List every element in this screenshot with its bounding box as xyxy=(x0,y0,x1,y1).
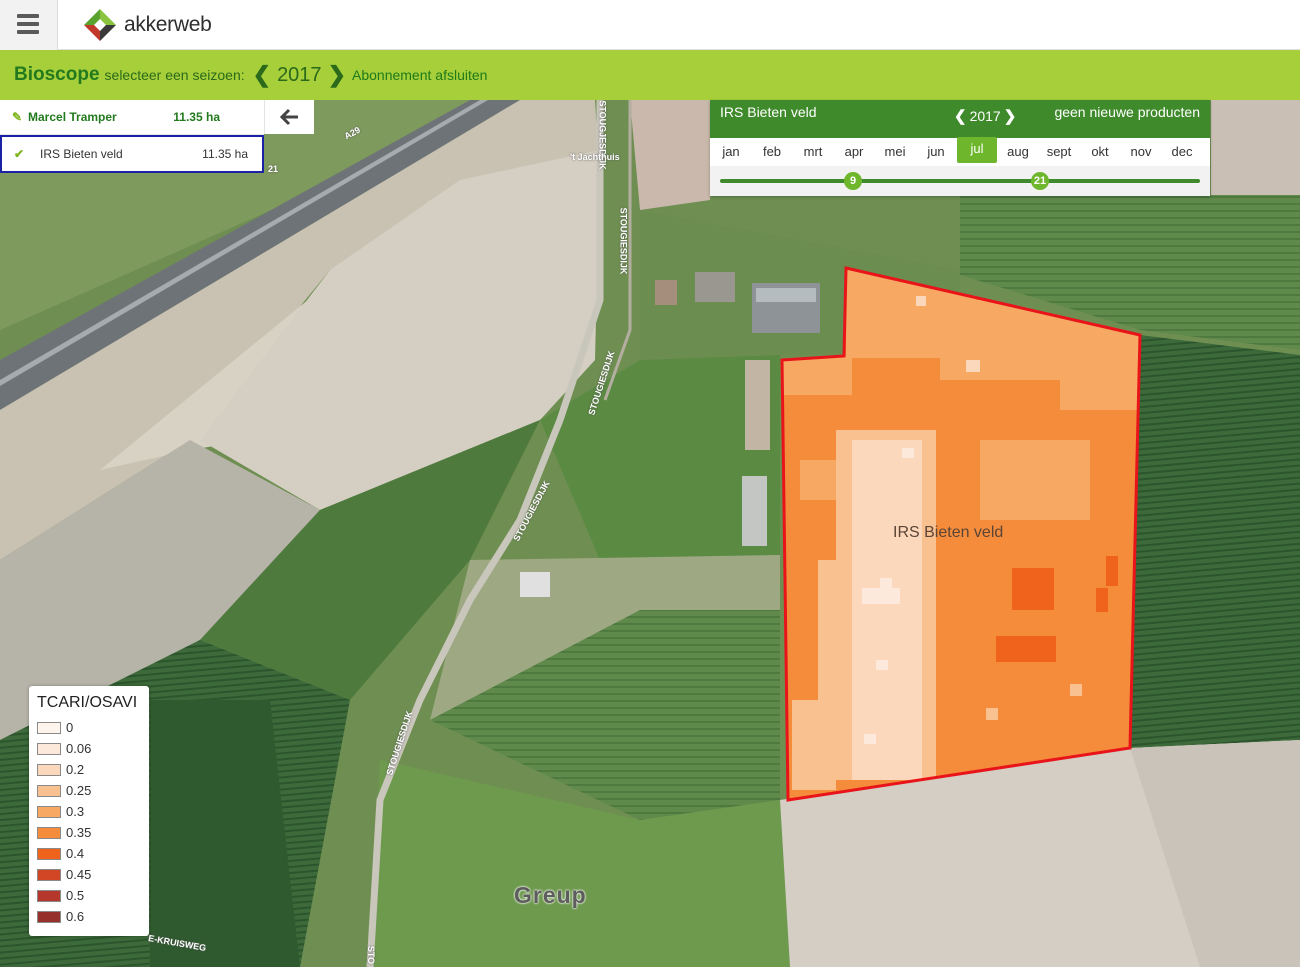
chevron-right-icon[interactable]: ❯ xyxy=(328,64,346,86)
legend-label: 0.2 xyxy=(66,762,85,777)
index-legend: TCARI/OSAVI 0 0.06 0.2 0.25 0.3 0.35 0.4… xyxy=(29,686,149,936)
month-jun[interactable]: jun xyxy=(916,138,956,166)
legend-label: 0.5 xyxy=(66,888,85,903)
checkmark-icon: ✔ xyxy=(14,147,25,161)
timeline-marker-9[interactable]: 9 xyxy=(844,172,862,190)
legend-item: 0.2 xyxy=(37,759,141,780)
field-name: IRS Bieten veld xyxy=(40,147,123,161)
legend-item: 0.3 xyxy=(37,801,141,822)
timeline-marker-21[interactable]: 21 xyxy=(1031,172,1049,190)
road-number-label: 21 xyxy=(268,164,279,174)
legend-label: 0.45 xyxy=(66,867,92,882)
akkerweb-logo[interactable]: akkerweb xyxy=(82,7,212,43)
timeline-year: 2017 xyxy=(969,108,1001,124)
legend-item: 0.06 xyxy=(37,738,141,759)
legend-item: 0 xyxy=(37,717,141,738)
field-map-label: IRS Bieten veld xyxy=(893,524,1004,541)
subscribe-link[interactable]: Abonnement afsluiten xyxy=(352,67,487,83)
legend-label: 0.6 xyxy=(66,909,85,924)
legend-swatch xyxy=(37,826,61,839)
legend-label: 0.25 xyxy=(66,783,92,798)
legend-swatch xyxy=(37,868,61,881)
akkerweb-logo-icon xyxy=(84,9,116,41)
month-apr[interactable]: apr xyxy=(834,138,874,166)
month-tabs: jan feb mrt apr mei jun jul aug sept okt… xyxy=(710,137,1210,166)
timeline-field-name: IRS Bieten veld xyxy=(720,104,817,120)
legend-label: 0.06 xyxy=(66,741,92,756)
timeline-products-status: geen nieuwe producten xyxy=(1054,104,1200,120)
field-row-irs-bieten-veld[interactable]: ✔ IRS Bieten veld 11.35 ha xyxy=(0,135,264,173)
legend-swatch xyxy=(37,910,61,923)
legend-title: TCARI/OSAVI xyxy=(37,694,138,711)
legend-label: 0.3 xyxy=(66,804,85,819)
legend-label: 0 xyxy=(66,720,74,735)
chevron-left-icon[interactable]: ❮ xyxy=(253,64,271,86)
legend-swatch xyxy=(37,805,61,818)
legend-swatch xyxy=(37,889,61,902)
month-feb[interactable]: feb xyxy=(752,138,792,166)
road-label-sto: STO xyxy=(366,945,377,965)
timeline-slider-track[interactable] xyxy=(720,179,1200,183)
place-label-jachthuis: 't Jachthuis xyxy=(570,152,620,162)
month-jul[interactable]: jul xyxy=(957,137,997,163)
owner-area: 11.35 ha xyxy=(173,110,220,124)
chevron-left-icon[interactable]: ❮ xyxy=(954,107,967,125)
legend-item: 0.35 xyxy=(37,822,141,843)
season-year: 2017 xyxy=(277,63,322,86)
legend-label: 0.4 xyxy=(66,846,85,861)
month-dec[interactable]: dec xyxy=(1162,138,1202,166)
legend-item: 0.25 xyxy=(37,780,141,801)
pencil-icon[interactable]: ✎ xyxy=(12,110,22,124)
field-area: 11.35 ha xyxy=(202,147,248,161)
timeline-panel: IRS Bieten veld ❮ 2017 ❯ geen nieuwe pro… xyxy=(710,100,1210,196)
owner-name: Marcel Tramper xyxy=(28,110,117,124)
month-nov[interactable]: nov xyxy=(1121,138,1161,166)
arrow-left-icon xyxy=(279,108,298,126)
map-view[interactable] xyxy=(0,100,1300,967)
back-button[interactable] xyxy=(264,100,314,134)
timeline-year-selector: ❮ 2017 ❯ xyxy=(954,107,1016,125)
map-canvas[interactable] xyxy=(0,100,1300,967)
season-label: selecteer een seizoen: xyxy=(104,67,245,83)
legend-swatch xyxy=(37,763,61,776)
hamburger-menu-icon[interactable] xyxy=(0,0,58,50)
month-jan[interactable]: jan xyxy=(711,138,751,166)
month-aug[interactable]: aug xyxy=(998,138,1038,166)
legend-swatch xyxy=(37,721,61,734)
month-sept[interactable]: sept xyxy=(1039,138,1079,166)
legend-item: 0.4 xyxy=(37,843,141,864)
place-label-greup: Greup xyxy=(514,882,587,908)
field-sidebar: ✎ Marcel Tramper 11.35 ha ✔ IRS Bieten v… xyxy=(0,100,264,173)
legend-swatch xyxy=(37,742,61,755)
chevron-right-icon[interactable]: ❯ xyxy=(1004,107,1017,125)
legend-item: 0.5 xyxy=(37,885,141,906)
brand-title: Bioscope xyxy=(14,64,100,85)
season-bar: Bioscope selecteer een seizoen: ❮ 2017 ❯… xyxy=(0,50,1300,100)
road-label-stougiesdijk-1: STOUGIESDIJK xyxy=(618,207,629,275)
legend-item: 0.45 xyxy=(37,864,141,885)
legend-swatch xyxy=(37,847,61,860)
month-okt[interactable]: okt xyxy=(1080,138,1120,166)
legend-swatch xyxy=(37,784,61,797)
legend-label: 0.35 xyxy=(66,825,92,840)
legend-items: 0 0.06 0.2 0.25 0.3 0.35 0.4 0.45 0.5 0.… xyxy=(37,717,141,927)
logo-text: akkerweb xyxy=(124,13,212,36)
month-mei[interactable]: mei xyxy=(875,138,915,166)
timeline-header: IRS Bieten veld ❮ 2017 ❯ geen nieuwe pro… xyxy=(710,100,1210,138)
month-mrt[interactable]: mrt xyxy=(793,138,833,166)
top-bar: akkerweb xyxy=(0,0,1300,50)
legend-item: 0.6 xyxy=(37,906,141,927)
owner-row[interactable]: ✎ Marcel Tramper 11.35 ha xyxy=(0,100,264,135)
